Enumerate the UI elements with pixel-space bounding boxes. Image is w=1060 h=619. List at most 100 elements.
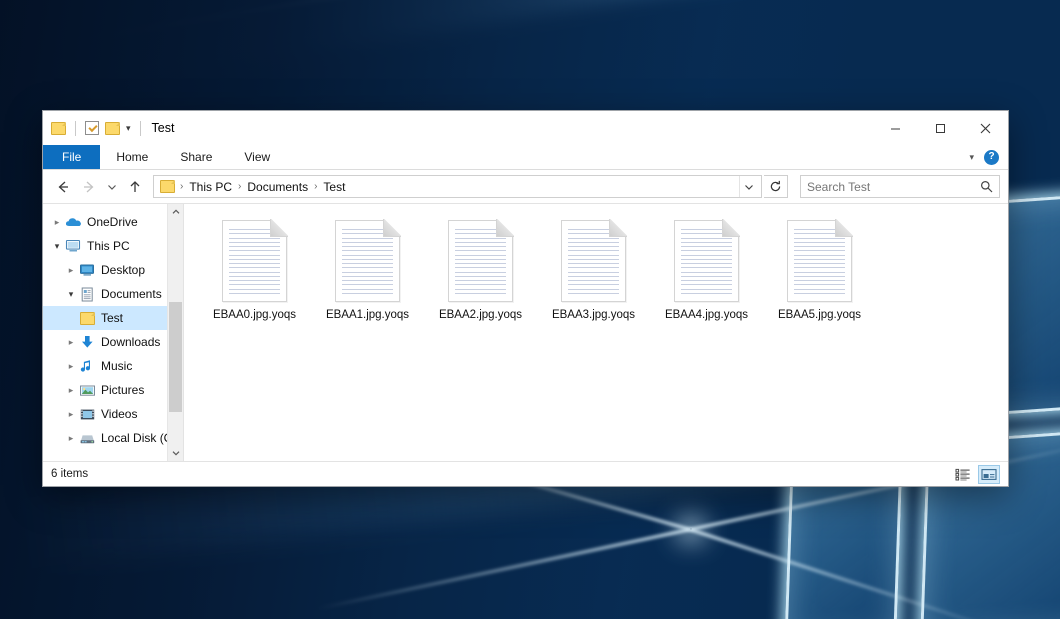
file-item[interactable]: EBAA4.jpg.yoqs [650,218,763,342]
tab-file[interactable]: File [43,145,100,169]
sidebar-scrollbar[interactable] [167,204,183,461]
ribbon-right-controls: ▾ ? [969,145,1008,169]
sidebar-item-downloads[interactable]: ▸ Downloads [43,330,183,354]
tab-home[interactable]: Home [100,145,164,169]
documents-icon [79,287,96,302]
sidebar-item-local-disk-c[interactable]: ▸ Local Disk (C:) [43,426,183,450]
folder-icon [79,311,96,326]
file-item[interactable]: EBAA3.jpg.yoqs [537,218,650,342]
scrollbar-up-arrow[interactable] [168,204,183,220]
file-name-label: EBAA5.jpg.yoqs [778,309,861,323]
help-icon[interactable]: ? [984,150,999,165]
sidebar-item-videos[interactable]: ▸ Videos [43,402,183,426]
generic-document-icon [674,220,739,302]
close-button[interactable] [963,111,1008,145]
title-bar: ▾ Test [43,111,1008,145]
address-bar[interactable]: › This PC › Documents › Test [153,175,762,198]
pictures-icon [79,383,96,398]
file-item[interactable]: EBAA5.jpg.yoqs [763,218,876,342]
generic-document-icon [787,220,852,302]
scrollbar-thumb[interactable] [169,302,182,412]
minimize-button[interactable] [873,111,918,145]
generic-document-icon [222,220,287,302]
chevron-right-icon[interactable]: ▸ [63,433,79,444]
view-toggle-group [952,465,1000,484]
file-grid: EBAA0.jpg.yoqs EBAA1.jpg.yoqs [198,218,1008,342]
refresh-button[interactable] [764,175,788,198]
search-input[interactable] [807,180,980,194]
file-explorer-window: ▾ Test File Home Share View [42,110,1009,487]
file-name-label: EBAA0.jpg.yoqs [213,309,296,323]
file-item[interactable]: EBAA0.jpg.yoqs [198,218,311,342]
sidebar-item-this-pc[interactable]: ▾ This PC [43,234,183,258]
chevron-down-icon[interactable]: ▾ [126,123,131,134]
breadcrumb-item-this-pc[interactable]: This PC [184,178,237,196]
generic-document-icon [448,220,513,302]
chevron-down-icon[interactable]: ▾ [63,289,79,300]
cloud-icon [65,215,82,230]
file-name-label: EBAA4.jpg.yoqs [665,309,748,323]
folder-icon[interactable] [51,122,66,135]
file-name-label: EBAA2.jpg.yoqs [439,309,522,323]
sidebar-item-label: Music [101,359,132,373]
scrollbar-down-arrow[interactable] [168,445,183,461]
sidebar-item-label: Desktop [101,263,145,277]
back-button[interactable] [51,175,75,199]
window-title: Test [152,121,175,135]
search-box[interactable] [800,175,1000,198]
sidebar-item-test[interactable]: Test [43,306,183,330]
tab-view[interactable]: View [228,145,286,169]
sidebar-item-documents[interactable]: ▾ Documents [43,282,183,306]
address-dropdown-icon[interactable] [739,176,757,197]
chevron-right-icon[interactable]: ▸ [63,361,79,372]
chevron-right-icon[interactable]: ▸ [49,217,65,228]
up-button[interactable] [123,175,147,199]
sidebar-item-label: Pictures [101,383,144,397]
file-list-view[interactable]: EBAA0.jpg.yoqs EBAA1.jpg.yoqs [183,204,1008,461]
properties-checkbox-icon[interactable] [85,121,99,135]
breadcrumb-item-test[interactable]: Test [318,178,350,196]
maximize-button[interactable] [918,111,963,145]
sidebar-item-label: This PC [87,239,130,253]
window-controls [873,111,1008,145]
videos-icon [79,407,96,422]
sidebar-item-desktop[interactable]: ▸ Desktop [43,258,183,282]
desktop-icon [79,263,96,278]
sidebar-item-label: Downloads [101,335,160,349]
status-bar: 6 items [43,461,1008,486]
ribbon-tab-bar: File Home Share View ▾ ? [43,145,1008,170]
chevron-right-icon[interactable]: ▸ [63,337,79,348]
file-item[interactable]: EBAA2.jpg.yoqs [424,218,537,342]
file-item[interactable]: EBAA1.jpg.yoqs [311,218,424,342]
download-icon [79,335,96,350]
disk-icon [79,431,96,446]
tab-share[interactable]: Share [164,145,228,169]
forward-button [77,175,101,199]
chevron-down-icon[interactable]: ▾ [49,241,65,252]
new-folder-icon[interactable] [105,122,120,135]
sidebar-item-pictures[interactable]: ▸ Pictures [43,378,183,402]
music-icon [79,359,96,374]
search-icon[interactable] [980,180,993,193]
sidebar-item-onedrive[interactable]: ▸ OneDrive [43,210,183,234]
recent-locations-button[interactable] [103,175,121,199]
generic-document-icon [561,220,626,302]
breadcrumb-item-documents[interactable]: Documents [242,178,313,196]
sidebar-item-label: OneDrive [87,215,138,229]
address-bar-row: › This PC › Documents › Test [43,170,1008,203]
address-folder-icon [160,180,175,193]
sidebar-item-label: Test [101,311,123,325]
item-count-label: 6 items [51,468,88,480]
chevron-right-icon[interactable]: ▸ [63,265,79,276]
sidebar-item-label: Videos [101,407,137,421]
monitor-icon [65,239,82,254]
large-icons-view-icon[interactable] [978,465,1000,484]
quick-access-toolbar: ▾ [51,121,144,136]
chevron-down-icon[interactable]: ▾ [969,152,974,163]
sidebar-item-music[interactable]: ▸ Music [43,354,183,378]
toolbar-divider-2 [140,121,141,136]
chevron-right-icon[interactable]: ▸ [63,385,79,396]
details-view-icon[interactable] [952,465,974,484]
chevron-right-icon[interactable]: ▸ [63,409,79,420]
file-name-label: EBAA1.jpg.yoqs [326,309,409,323]
